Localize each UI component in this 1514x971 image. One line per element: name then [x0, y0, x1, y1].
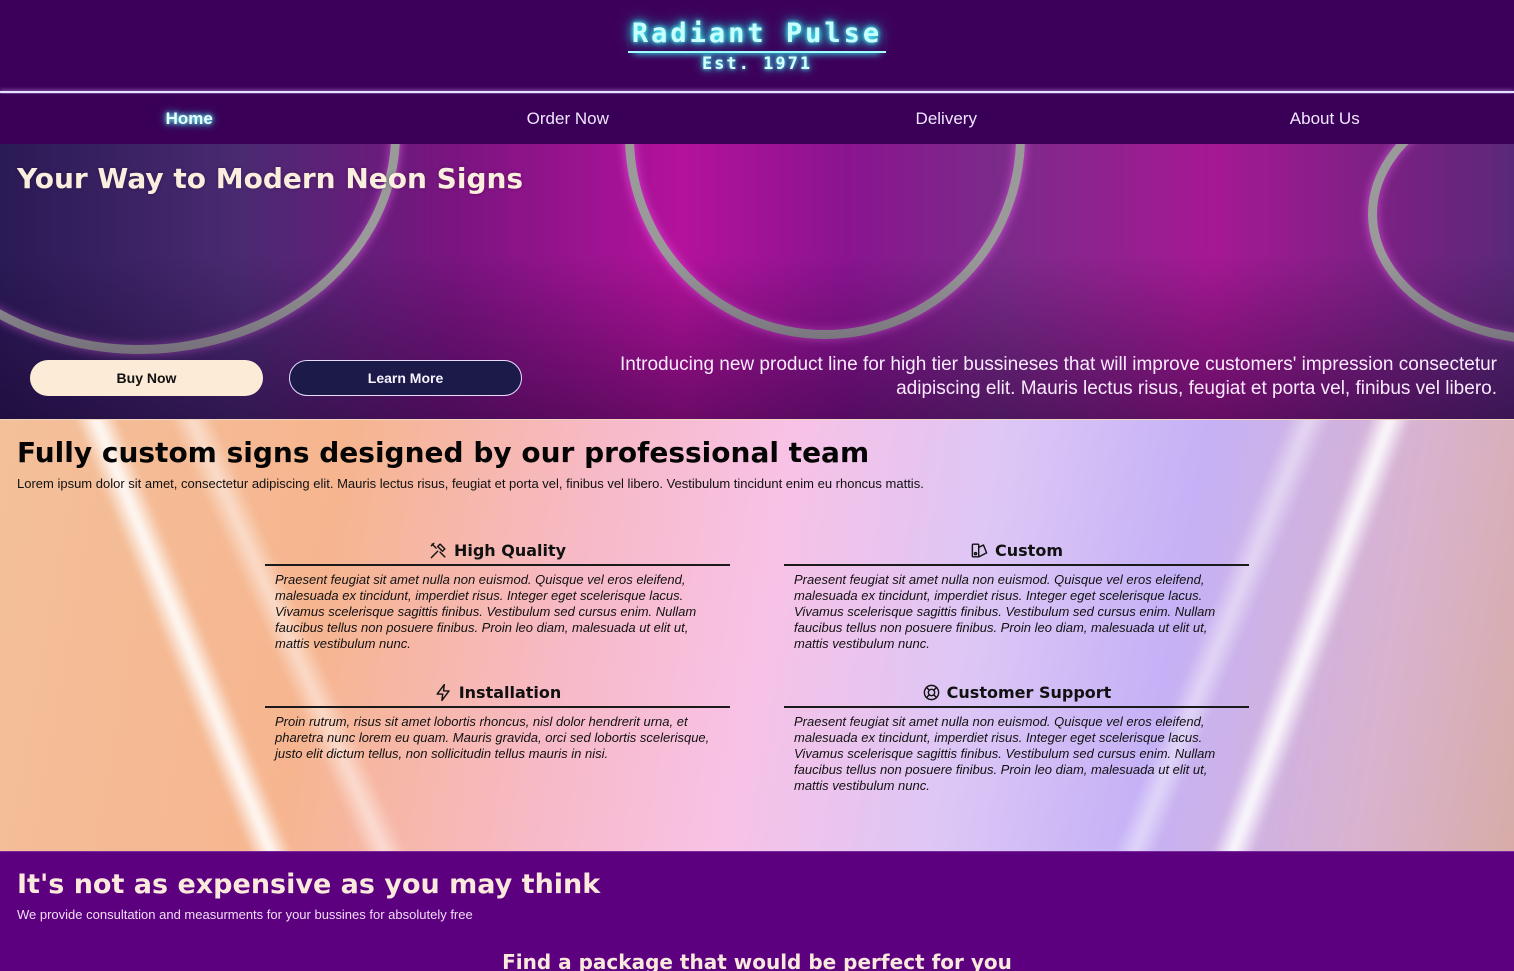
- buy-now-button[interactable]: Buy Now: [30, 360, 263, 396]
- pricing-section: It's not as expensive as you may think W…: [0, 851, 1514, 971]
- lightning-icon: [436, 683, 450, 701]
- nav-item-order-now[interactable]: Order Now: [379, 94, 758, 144]
- nav-item-home[interactable]: Home: [0, 94, 379, 144]
- feature-card-title: Installation: [458, 682, 562, 702]
- lifebuoy-icon: [923, 684, 940, 700]
- feature-card-text: Praesent feugiat sit amet nulla non euis…: [794, 714, 1216, 793]
- logo[interactable]: Radiant Pulse Est. 1971: [0, 18, 1514, 74]
- feature-card-header: High Quality: [265, 536, 730, 566]
- feature-card-title: Customer Support: [946, 682, 1112, 702]
- feature-card-installation: Installation Proin rutrum, risus sit ame…: [265, 678, 730, 762]
- palette-icon: [971, 542, 988, 558]
- feature-card-custom: Custom Praesent feugiat sit amet nulla n…: [784, 536, 1249, 652]
- feature-card-customer-support: Customer Support Praesent feugiat sit am…: [784, 678, 1249, 794]
- tools-icon: [430, 542, 446, 558]
- brand-name: Radiant Pulse: [627, 18, 887, 53]
- feature-card-text: Praesent feugiat sit amet nulla non euis…: [275, 572, 697, 651]
- hero-section: Your Way to Modern Neon Signs Buy Now Le…: [0, 144, 1514, 419]
- brand-established: Est. 1971: [701, 54, 813, 74]
- features-lead: Lorem ipsum dolor sit amet, consectetur …: [17, 476, 924, 491]
- feature-card-title: Custom: [995, 540, 1063, 560]
- pricing-title: It's not as expensive as you may think: [17, 869, 601, 900]
- learn-more-button[interactable]: Learn More: [289, 360, 522, 396]
- nav-item-about-us[interactable]: About Us: [1136, 94, 1514, 144]
- feature-card-text: Praesent feugiat sit amet nulla non euis…: [794, 572, 1216, 651]
- pricing-subtitle: Find a package that would be perfect for…: [502, 950, 1012, 971]
- nav-item-delivery[interactable]: Delivery: [757, 94, 1136, 144]
- features-title: Fully custom signs designed by our profe…: [17, 436, 870, 469]
- feature-card-header: Installation: [265, 678, 730, 708]
- feature-card-header: Customer Support: [784, 678, 1249, 708]
- feature-card-header: Custom: [784, 536, 1249, 566]
- hero-title: Your Way to Modern Neon Signs: [17, 162, 524, 195]
- features-section: Fully custom signs designed by our profe…: [0, 419, 1514, 851]
- header-divider: [0, 91, 1514, 93]
- main-nav: Home Order Now Delivery About Us: [0, 94, 1514, 144]
- pricing-lead: We provide consultation and measurments …: [17, 907, 473, 922]
- feature-card-text: Proin rutrum, risus sit amet lobortis rh…: [275, 714, 710, 761]
- feature-card-high-quality: High Quality Praesent feugiat sit amet n…: [265, 536, 730, 652]
- hero-intro: Introducing new product line for high ti…: [620, 354, 1497, 399]
- site-header: Radiant Pulse Est. 1971: [0, 0, 1514, 92]
- feature-card-title: High Quality: [453, 540, 567, 560]
